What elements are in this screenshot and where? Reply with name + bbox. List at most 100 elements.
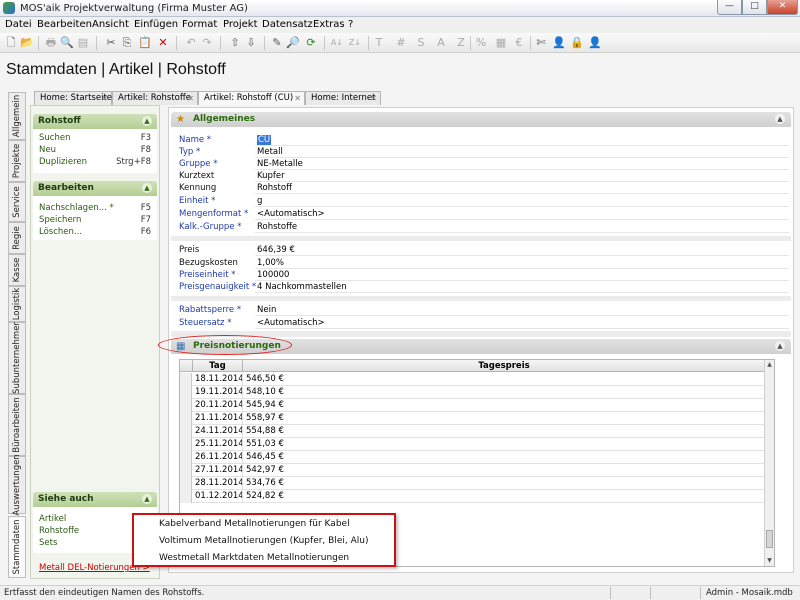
undo-icon[interactable]: ↶: [184, 36, 198, 50]
bezugskosten-input[interactable]: 1,00%: [255, 257, 789, 269]
kennung-input[interactable]: Rohstoff: [255, 182, 789, 194]
chevron-up-icon[interactable]: ▲: [142, 183, 152, 193]
allgemeines-header[interactable]: ★ Allgemeines ▲: [171, 112, 791, 127]
close-icon[interactable]: ✕: [187, 92, 194, 105]
maximize-button[interactable]: □: [742, 0, 767, 15]
link-sets[interactable]: Sets: [39, 538, 57, 548]
close-icon[interactable]: ✕: [294, 92, 301, 105]
section-bearbeiten-header[interactable]: Bearbeiten ▲: [33, 181, 157, 196]
new-icon[interactable]: 🗋: [4, 36, 18, 50]
row-header[interactable]: [180, 412, 192, 425]
column-header-tag[interactable]: Tag: [193, 360, 243, 372]
chevron-up-icon[interactable]: ▲: [775, 341, 785, 351]
menu-help[interactable]: ?: [348, 19, 353, 30]
cell-tagespreis[interactable]: 548,10 €: [246, 386, 284, 399]
steuersatz-input[interactable]: <Automatisch>: [255, 317, 789, 329]
menu-einfuegen[interactable]: Einfügen: [134, 19, 178, 30]
table-row[interactable]: 19.11.2014 548,10 €: [180, 386, 766, 399]
close-icon[interactable]: ✕: [370, 92, 377, 105]
table-row[interactable]: 21.11.2014 558,97 €: [180, 412, 766, 425]
menu-projekt[interactable]: Projekt: [223, 19, 258, 30]
vtab-kasse[interactable]: Kasse: [8, 254, 26, 286]
cmd-neu[interactable]: Neu: [39, 145, 56, 155]
popup-item-westmetall[interactable]: Westmetall Marktdaten Metallnotierungen: [159, 553, 349, 563]
row-header[interactable]: [180, 451, 192, 464]
cell-tag[interactable]: 20.11.2014: [195, 399, 244, 412]
table-row[interactable]: 24.11.2014 554,88 €: [180, 425, 766, 438]
cell-tag[interactable]: 21.11.2014: [195, 412, 244, 425]
cell-tagespreis[interactable]: 524,82 €: [246, 490, 284, 503]
table-scrollbar[interactable]: ▲ ▼: [764, 360, 774, 566]
sort-icon[interactable]: A↓: [330, 36, 344, 50]
chevron-up-icon[interactable]: ▲: [142, 116, 152, 126]
rabattsperre-input[interactable]: Nein: [255, 304, 789, 316]
vtab-bueroarbeiten[interactable]: Büroarbeiten: [8, 394, 26, 456]
redo-icon[interactable]: ↷: [200, 36, 214, 50]
table-row[interactable]: 01.12.2014 524,82 €: [180, 490, 766, 503]
name-input[interactable]: CU: [255, 134, 789, 146]
percent-icon[interactable]: %: [474, 36, 488, 50]
row-header[interactable]: [180, 464, 192, 477]
cell-tagespreis[interactable]: 554,88 €: [246, 425, 284, 438]
search-icon[interactable]: 🔎: [286, 36, 300, 50]
link-artikel[interactable]: Artikel: [39, 514, 66, 524]
cell-tag[interactable]: 27.11.2014: [195, 464, 244, 477]
text-icon[interactable]: T: [372, 36, 386, 50]
chevron-up-icon[interactable]: ▲: [142, 494, 152, 504]
delete-icon[interactable]: ✕: [156, 36, 170, 50]
row-header[interactable]: [180, 477, 192, 490]
row-header[interactable]: [180, 386, 192, 399]
scroll-down-icon[interactable]: ▼: [765, 556, 774, 565]
table-row[interactable]: 18.11.2014 546,50 €: [180, 373, 766, 386]
vtab-logistik[interactable]: Logistik: [8, 286, 26, 322]
menu-ansicht[interactable]: Ansicht: [92, 19, 129, 30]
cell-tagespreis[interactable]: 545,94 €: [246, 399, 284, 412]
popup-item-kabelverband[interactable]: Kabelverband Metallnotierungen für Kabel: [159, 519, 350, 529]
cmd-speichern[interactable]: Speichern: [39, 215, 81, 225]
close-button[interactable]: ✕: [767, 0, 798, 15]
down-icon[interactable]: ⇩: [244, 36, 258, 50]
a-icon[interactable]: A: [434, 36, 448, 50]
edit-icon[interactable]: ✎: [270, 36, 284, 50]
user-blue-icon[interactable]: 👤: [552, 36, 566, 50]
vtab-stammdaten[interactable]: Stammdaten: [8, 516, 26, 578]
hash-icon[interactable]: #: [394, 36, 408, 50]
print-icon[interactable]: 🖶: [44, 36, 58, 50]
vtab-auswertungen[interactable]: Auswertungen: [8, 454, 26, 516]
row-header[interactable]: [180, 438, 192, 451]
euro-icon[interactable]: €: [512, 36, 526, 50]
section-rohstoff-header[interactable]: Rohstoff ▲: [33, 114, 157, 129]
einheit-input[interactable]: g: [255, 195, 789, 207]
row-header[interactable]: [180, 373, 192, 386]
tab-home-startseite[interactable]: Home: Startseite ✕: [34, 91, 112, 105]
up-icon[interactable]: ⇧: [228, 36, 242, 50]
open-icon[interactable]: 📂: [20, 36, 34, 50]
cell-tagespreis[interactable]: 534,76 €: [246, 477, 284, 490]
scroll-up-icon[interactable]: ▲: [765, 360, 774, 369]
menu-extras[interactable]: Extras: [313, 19, 345, 30]
tab-artikel-rohstoffe[interactable]: Artikel: Rohstoffe ✕: [112, 91, 198, 105]
tab-home-internet[interactable]: Home: Internet ✕: [305, 91, 381, 105]
mengenformat-input[interactable]: <Automatisch>: [255, 208, 789, 220]
link-rohstoffe[interactable]: Rohstoffe: [39, 526, 79, 536]
menu-datei[interactable]: Datei: [5, 19, 32, 30]
preview-icon[interactable]: ▤: [76, 36, 90, 50]
vtab-allgemein[interactable]: Allgemein: [8, 92, 26, 140]
cell-tag[interactable]: 24.11.2014: [195, 425, 244, 438]
cell-tag[interactable]: 25.11.2014: [195, 438, 244, 451]
s-icon[interactable]: S: [414, 36, 428, 50]
print-preview-icon[interactable]: 🔍: [60, 36, 74, 50]
menu-bearbeiten[interactable]: Bearbeiten: [37, 19, 92, 30]
preis-input[interactable]: 646,39 €: [255, 244, 789, 256]
gruppe-input[interactable]: NE-Metalle: [255, 158, 789, 170]
table-row[interactable]: 27.11.2014 542,97 €: [180, 464, 766, 477]
cmd-duplizieren[interactable]: Duplizieren: [39, 157, 87, 167]
cell-tagespreis[interactable]: 558,97 €: [246, 412, 284, 425]
cell-tag[interactable]: 28.11.2014: [195, 477, 244, 490]
popup-item-voltimum[interactable]: Voltimum Metallnotierungen (Kupfer, Blei…: [159, 536, 368, 546]
close-icon[interactable]: ✕: [101, 92, 108, 105]
kurztext-input[interactable]: Kupfer: [255, 170, 789, 182]
typ-input[interactable]: Metall: [255, 146, 789, 158]
cell-tagespreis[interactable]: 551,03 €: [246, 438, 284, 451]
preisgenauigkeit-input[interactable]: 4 Nachkommastellen: [255, 281, 789, 293]
